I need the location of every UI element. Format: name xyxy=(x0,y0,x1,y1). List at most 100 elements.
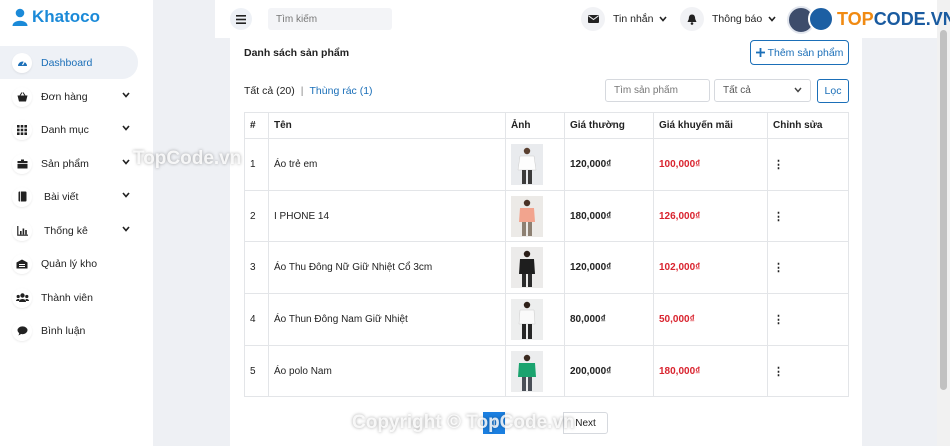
user-icon xyxy=(12,8,28,26)
sidebar-item-label: Đơn hàng xyxy=(41,90,88,103)
regular-price: 120,000₫ xyxy=(564,241,654,295)
product-name: Áo trẻ em xyxy=(268,138,506,191)
sidebar-item-label: Bình luận xyxy=(41,324,86,337)
sale-price: 126,000₫ xyxy=(653,189,768,243)
more-actions-icon[interactable]: ⋮ xyxy=(773,159,784,171)
search-input[interactable] xyxy=(268,8,392,30)
product-image xyxy=(511,195,543,237)
page-title: Danh sách sản phẩm xyxy=(244,47,350,59)
status-select-value: Tất cả xyxy=(723,85,751,96)
more-actions-icon[interactable]: ⋮ xyxy=(773,314,784,326)
regular-price: 200,000₫ xyxy=(564,344,654,398)
more-actions-icon[interactable]: ⋮ xyxy=(773,366,784,378)
row-number: 2 xyxy=(244,189,269,243)
add-product-button[interactable]: Thêm sản phẩm xyxy=(750,40,849,65)
sidebar-item-dashboard[interactable]: Dashboard xyxy=(0,46,138,79)
filter-button[interactable]: Lọc xyxy=(817,79,849,103)
table-row: 3 Áo Thu Đông Nữ Giữ Nhiệt Cổ 3cm 120,00… xyxy=(244,241,849,295)
box-icon xyxy=(12,153,32,174)
filter-all-link[interactable]: Tất cả (20) xyxy=(244,85,295,97)
sidebar-item-label: Danh mục xyxy=(41,123,89,136)
messages-label: Tin nhắn xyxy=(613,13,654,25)
row-number: 1 xyxy=(244,138,269,191)
messages-menu[interactable]: Tin nhắn xyxy=(581,7,668,31)
sidebar-item-statistics[interactable]: Thống kê xyxy=(0,214,138,247)
sidebar-item-label: Thành viên xyxy=(41,291,93,304)
sidebar-item-warehouse[interactable]: Quản lý kho xyxy=(0,247,138,280)
sale-price: 50,000₫ xyxy=(653,293,768,346)
sidebar-item-posts[interactable]: Bài viết xyxy=(0,180,138,213)
regular-price: 180,000₫ xyxy=(564,189,654,243)
plus-icon xyxy=(755,48,765,57)
bell-icon xyxy=(680,7,704,31)
product-name: Áo polo Nam xyxy=(268,344,506,398)
chevron-down-icon xyxy=(122,159,130,165)
chevron-down-icon xyxy=(768,16,776,22)
product-table: # Tên Ảnh Giá thường Giá khuyến mãi Chỉn… xyxy=(244,112,849,398)
watermark-logo-text-b: CODE.VN xyxy=(873,8,950,29)
table-row: 4 Áo Thun Đông Nam Giữ Nhiệt 80,000₫ 50,… xyxy=(244,293,849,346)
sidebar-item-categories[interactable]: Danh mục xyxy=(0,113,138,146)
table-header-row: # Tên Ảnh Giá thường Giá khuyến mãi Chỉn… xyxy=(244,112,849,139)
row-number: 4 xyxy=(244,293,269,346)
notifications-menu[interactable]: Thông báo xyxy=(680,7,776,31)
sidebar-item-label: Dashboard xyxy=(41,56,93,69)
status-filters: Tất cả (20) | Thùng rác (1) xyxy=(244,85,373,97)
product-image xyxy=(511,247,543,289)
sale-price: 180,000₫ xyxy=(653,344,768,398)
sidebar-item-label: Bài viết xyxy=(44,190,79,203)
chevron-down-icon xyxy=(122,92,130,98)
column-header: Ảnh xyxy=(505,112,565,139)
product-search-input[interactable] xyxy=(605,79,710,102)
brand-name: Khatoco xyxy=(32,7,100,26)
sidebar-item-members[interactable]: Thành viên xyxy=(0,281,138,314)
table-row: 1 Áo trẻ em 120,000₫ 100,000₫ ⋮ xyxy=(244,138,849,191)
chevron-down-icon xyxy=(122,192,130,198)
basket-icon xyxy=(12,86,32,107)
chevron-down-icon xyxy=(659,16,668,22)
scrollbar[interactable] xyxy=(937,0,950,446)
sidebar-item-label: Sản phẩm xyxy=(41,157,89,170)
product-image xyxy=(511,143,543,185)
filter-trash-link[interactable]: Thùng rác (1) xyxy=(310,85,373,97)
next-page-button[interactable]: Next xyxy=(563,412,608,434)
regular-price: 120,000₫ xyxy=(564,138,654,191)
table-row: 2 I PHONE 14 180,000₫ 126,000₫ ⋮ xyxy=(244,189,849,243)
more-actions-icon[interactable]: ⋮ xyxy=(773,211,784,223)
product-name: Áo Thu Đông Nữ Giữ Nhiệt Cổ 3cm xyxy=(268,241,506,295)
column-header: Giá thường xyxy=(564,112,654,139)
brand-logo[interactable]: Khatoco xyxy=(12,7,100,27)
more-actions-icon[interactable]: ⋮ xyxy=(773,262,784,274)
sale-price: 102,000₫ xyxy=(653,241,768,295)
gauge-icon xyxy=(12,52,32,73)
comment-icon xyxy=(12,320,32,341)
hamburger-icon xyxy=(236,14,246,24)
row-number: 5 xyxy=(244,344,269,398)
page-button-current[interactable]: 1 xyxy=(483,412,505,434)
sidebar-item-products[interactable]: Sản phẩm xyxy=(0,147,138,180)
chevron-down-icon xyxy=(122,125,130,131)
watermark-mark-icon xyxy=(808,6,834,32)
users-icon xyxy=(12,287,32,308)
sale-price: 100,000₫ xyxy=(653,138,768,191)
sidebar: Khatoco Dashboard Đơn hàng Danh mục Sản … xyxy=(0,0,153,446)
warehouse-icon xyxy=(12,253,32,274)
product-name: Áo Thun Đông Nam Giữ Nhiệt xyxy=(268,293,506,346)
column-header: # xyxy=(244,112,269,139)
envelope-icon xyxy=(581,7,605,31)
add-product-label: Thêm sản phẩm xyxy=(767,46,844,59)
pagination: 1 Next xyxy=(483,412,608,434)
product-image xyxy=(511,298,543,340)
status-select[interactable]: Tất cả xyxy=(714,79,811,102)
sidebar-item-comments[interactable]: Bình luận xyxy=(0,314,138,347)
chevron-down-icon xyxy=(794,87,802,93)
scrollbar-thumb[interactable] xyxy=(940,30,947,390)
product-image xyxy=(511,350,543,392)
sidebar-item-label: Thống kê xyxy=(44,224,88,237)
sidebar-item-orders[interactable]: Đơn hàng xyxy=(0,80,138,113)
row-number: 3 xyxy=(244,241,269,295)
product-name: I PHONE 14 xyxy=(268,189,506,243)
menu-toggle-button[interactable] xyxy=(230,8,252,30)
filter-separator: | xyxy=(300,85,304,97)
column-header: Tên xyxy=(268,112,506,139)
